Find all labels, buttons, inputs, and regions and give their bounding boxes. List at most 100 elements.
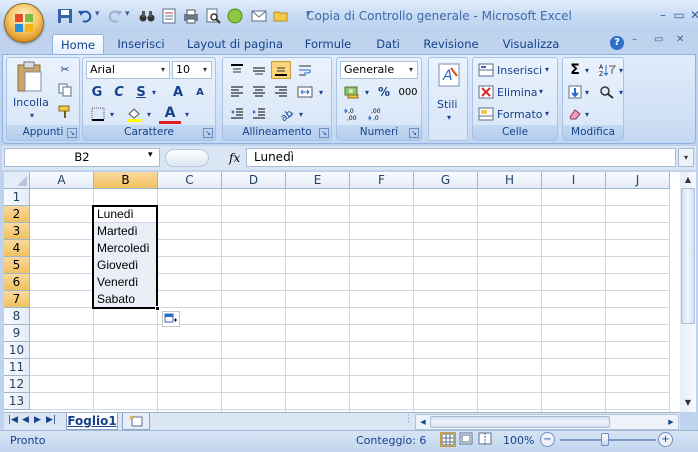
row-header-4[interactable]: 4 bbox=[4, 240, 30, 257]
fill-handle[interactable] bbox=[155, 306, 160, 311]
column-header-b[interactable]: B bbox=[94, 172, 158, 189]
accounting-format-icon[interactable] bbox=[341, 83, 363, 101]
fill-color-dropdown-icon[interactable]: ▾ bbox=[145, 109, 153, 119]
workbook-restore-button[interactable]: ▭ bbox=[654, 34, 663, 45]
page-break-view-icon[interactable] bbox=[478, 432, 494, 447]
underline-dropdown-icon[interactable]: ▾ bbox=[150, 87, 158, 97]
underline-button[interactable]: S bbox=[132, 83, 150, 101]
page-layout-view-icon[interactable] bbox=[459, 432, 475, 447]
name-box[interactable]: B2 bbox=[4, 148, 160, 167]
carattere-launcher-icon[interactable]: ↘ bbox=[203, 128, 213, 138]
format-painter-icon[interactable] bbox=[57, 104, 73, 120]
font-color-button[interactable]: A bbox=[159, 104, 181, 124]
formula-cancel-enter-pill[interactable] bbox=[165, 148, 209, 167]
tab-revisione[interactable]: Revisione bbox=[418, 34, 484, 54]
column-header-f[interactable]: F bbox=[350, 172, 414, 189]
row-header-2[interactable]: 2 bbox=[4, 206, 30, 223]
row-header-12[interactable]: 12 bbox=[4, 376, 30, 393]
zoom-level[interactable]: 100% bbox=[503, 434, 534, 447]
clear-dropdown-icon[interactable]: ▾ bbox=[583, 109, 591, 119]
align-right-icon[interactable] bbox=[271, 83, 291, 101]
number-format-dropdown-icon[interactable]: ▾ bbox=[405, 62, 417, 78]
name-box-dropdown-icon[interactable]: ▾ bbox=[148, 150, 153, 160]
column-header-a[interactable]: A bbox=[30, 172, 94, 189]
paste-dropdown-icon[interactable]: ▾ bbox=[27, 110, 37, 120]
orientation-icon[interactable]: ab bbox=[275, 105, 297, 123]
vertical-scrollbar[interactable]: ▲ ▼ bbox=[680, 172, 696, 412]
prev-sheet-icon[interactable]: ◀ bbox=[22, 415, 29, 425]
tab-layout-di-pagina[interactable]: Layout di pagina bbox=[182, 34, 288, 54]
expand-formula-bar-icon[interactable]: ▾ bbox=[678, 148, 694, 167]
zoom-out-button[interactable]: − bbox=[540, 432, 555, 447]
office-button[interactable] bbox=[4, 3, 44, 43]
first-sheet-icon[interactable]: |◀ bbox=[8, 415, 18, 425]
row-header-5[interactable]: 5 bbox=[4, 257, 30, 274]
fill-dropdown-icon[interactable]: ▾ bbox=[583, 87, 591, 97]
sort-filter-dropdown-icon[interactable]: ▾ bbox=[617, 65, 625, 75]
tab-formule[interactable]: Formule bbox=[298, 34, 358, 54]
column-header-h[interactable]: H bbox=[478, 172, 542, 189]
orientation-dropdown-icon[interactable]: ▾ bbox=[297, 109, 305, 119]
horizontal-scroll-thumb[interactable] bbox=[430, 416, 610, 428]
format-cells-icon[interactable] bbox=[477, 106, 495, 122]
row-header-13[interactable]: 13 bbox=[4, 393, 30, 410]
column-header-e[interactable]: E bbox=[286, 172, 350, 189]
scroll-up-icon[interactable]: ▲ bbox=[681, 173, 695, 187]
column-header-d[interactable]: D bbox=[222, 172, 286, 189]
paste-label[interactable]: Incolla bbox=[13, 96, 49, 109]
insert-function-icon[interactable]: fx bbox=[229, 151, 240, 165]
align-bottom-icon[interactable] bbox=[271, 61, 291, 79]
select-all-corner[interactable] bbox=[4, 172, 30, 189]
font-color-dropdown-icon[interactable]: ▾ bbox=[183, 109, 191, 119]
horizontal-scrollbar[interactable]: ◀ ▶ bbox=[415, 414, 679, 430]
column-header-c[interactable]: C bbox=[158, 172, 222, 189]
italic-button[interactable]: C bbox=[110, 83, 128, 101]
format-cells-label[interactable]: Formato bbox=[497, 108, 543, 121]
vertical-scroll-thumb[interactable] bbox=[681, 188, 695, 324]
column-header-i[interactable]: I bbox=[542, 172, 606, 189]
autosum-button[interactable]: Σ bbox=[567, 61, 583, 79]
scroll-right-icon[interactable]: ▶ bbox=[665, 416, 677, 428]
copy-icon[interactable] bbox=[57, 82, 73, 98]
accounting-dropdown-icon[interactable]: ▾ bbox=[363, 87, 371, 97]
sort-filter-icon[interactable]: AZ bbox=[597, 61, 617, 79]
tab-home[interactable]: Home bbox=[52, 34, 104, 54]
worksheet-grid[interactable]: A B C D E F G H I J 1 2 3 4 5 6 7 8 9 10 11 12 13 Lunedì Martedì… bbox=[4, 172, 680, 412]
row-header-6[interactable]: 6 bbox=[4, 274, 30, 291]
numeri-launcher-icon[interactable]: ↘ bbox=[409, 128, 419, 138]
sheet-tab-foglio1[interactable]: Foglio1 bbox=[66, 413, 118, 430]
row-header-11[interactable]: 11 bbox=[4, 359, 30, 376]
align-middle-icon[interactable] bbox=[249, 61, 269, 79]
styles-label[interactable]: Stili bbox=[437, 98, 457, 111]
scroll-left-icon[interactable]: ◀ bbox=[417, 416, 429, 428]
scroll-down-icon[interactable]: ▼ bbox=[681, 396, 695, 410]
shrink-font-button[interactable]: A bbox=[191, 83, 209, 101]
format-cells-dropdown-icon[interactable]: ▾ bbox=[543, 108, 551, 118]
allineamento-launcher-icon[interactable]: ↘ bbox=[319, 128, 329, 138]
styles-dropdown-icon[interactable]: ▾ bbox=[444, 112, 454, 122]
tab-split-handle[interactable]: ⋮ bbox=[404, 414, 413, 430]
find-select-icon[interactable] bbox=[597, 83, 617, 101]
column-header-j[interactable]: J bbox=[606, 172, 670, 189]
workbook-close-button[interactable]: ✕ bbox=[676, 34, 684, 45]
insert-sheet-button[interactable] bbox=[122, 413, 150, 430]
font-name-dropdown-icon[interactable]: ▾ bbox=[157, 62, 169, 78]
decrease-decimal-icon[interactable]: ,00,0 bbox=[365, 105, 387, 123]
row-header-3[interactable]: 3 bbox=[4, 223, 30, 240]
row-header-9[interactable]: 9 bbox=[4, 325, 30, 342]
help-icon[interactable]: ? bbox=[610, 36, 624, 50]
delete-cells-dropdown-icon[interactable]: ▾ bbox=[537, 86, 545, 96]
borders-dropdown-icon[interactable]: ▾ bbox=[108, 109, 116, 119]
fill-down-icon[interactable] bbox=[567, 83, 583, 101]
decrease-indent-icon[interactable] bbox=[227, 105, 247, 123]
tab-dati[interactable]: Dati bbox=[368, 34, 408, 54]
normal-view-icon[interactable] bbox=[440, 432, 456, 447]
merge-dropdown-icon[interactable]: ▾ bbox=[317, 87, 325, 97]
appunti-launcher-icon[interactable]: ↘ bbox=[67, 128, 77, 138]
percent-button[interactable]: % bbox=[375, 83, 393, 101]
delete-cells-icon[interactable] bbox=[477, 84, 495, 100]
align-top-icon[interactable] bbox=[227, 61, 247, 79]
zoom-in-button[interactable]: + bbox=[658, 432, 673, 447]
font-size-combo[interactable]: 10 ▾ bbox=[172, 61, 212, 79]
zoom-slider-thumb[interactable] bbox=[601, 433, 609, 446]
